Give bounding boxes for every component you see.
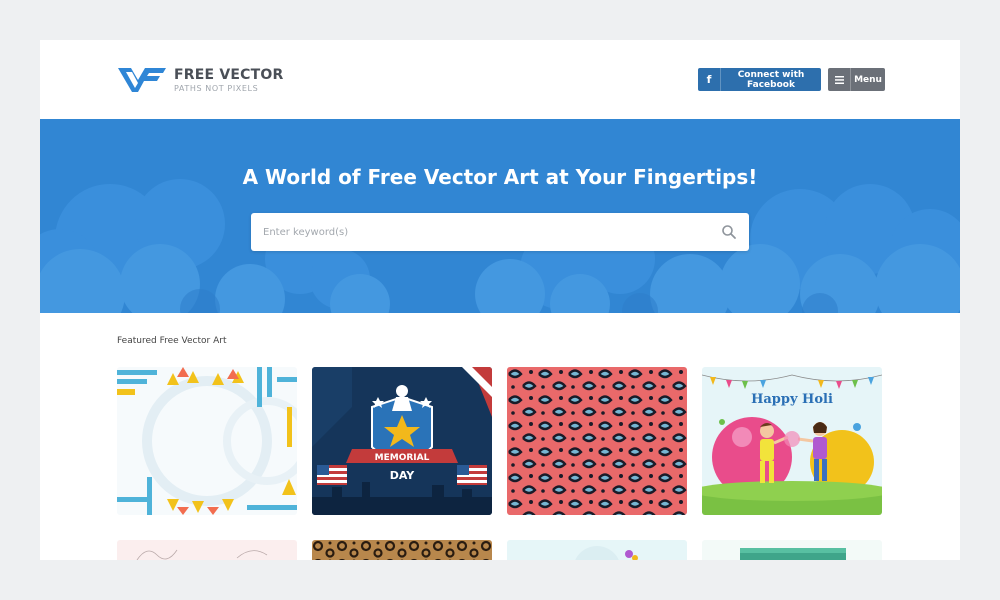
holi-heading: Happy Holi [751, 392, 833, 407]
memorial-day-image: MEMORIAL DAY [312, 367, 492, 515]
site-header: FREE VECTOR PATHS NOT PIXELS f Connect w… [40, 40, 960, 119]
facebook-icon: f [698, 68, 721, 91]
search-icon[interactable] [721, 224, 737, 240]
featured-item-happy-holi[interactable]: Happy Holi [702, 367, 882, 515]
connect-facebook-button[interactable]: f Connect with Facebook [698, 68, 821, 91]
brand-tagline: PATHS NOT PIXELS [174, 83, 259, 93]
featured-item-row2-1[interactable] [117, 540, 297, 560]
featured-item-row2-2[interactable] [312, 540, 492, 560]
memorial-banner-text: MEMORIAL [375, 453, 430, 463]
leopard-pattern-image [507, 367, 687, 515]
party-vector-image [575, 546, 638, 560]
featured-section-title: Featured Free Vector Art [117, 336, 227, 346]
connect-facebook-label: Connect with Facebook [737, 69, 805, 90]
hamburger-icon [828, 68, 851, 91]
happy-holi-image: Happy Holi [702, 367, 882, 515]
menu-label: Menu [854, 74, 882, 85]
brand-name: FREE VECTOR [174, 66, 284, 83]
featured-item-leopard-pattern[interactable] [507, 367, 687, 515]
hero-banner: A World of Free Vector Art at Your Finge… [40, 119, 960, 313]
site-logo[interactable]: FREE VECTOR PATHS NOT PIXELS [118, 65, 283, 95]
menu-button[interactable]: Menu [828, 68, 885, 91]
memorial-day-text: DAY [390, 469, 416, 482]
logo-icon [118, 68, 166, 92]
leopard-tan-image [312, 540, 492, 560]
floral-sketch-image [136, 549, 268, 560]
search-bar [251, 213, 749, 251]
featured-item-geometric-frame[interactable] [117, 367, 297, 515]
search-input[interactable] [251, 213, 703, 251]
hero-title: A World of Free Vector Art at Your Finge… [242, 165, 758, 189]
featured-item-row2-3[interactable] [507, 540, 687, 560]
featured-item-row2-4[interactable] [702, 540, 882, 560]
banner-vector-image [740, 548, 846, 560]
geometric-frame-image [117, 367, 297, 515]
page: FREE VECTOR PATHS NOT PIXELS f Connect w… [40, 40, 960, 560]
featured-item-memorial-day[interactable]: MEMORIAL DAY [312, 367, 492, 515]
